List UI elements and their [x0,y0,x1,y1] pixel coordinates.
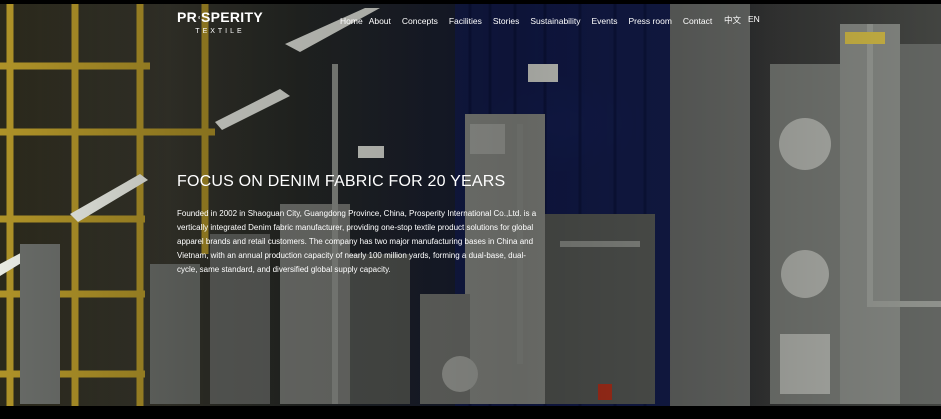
hero-banner: FOCUS ON DENIM FABRIC FOR 20 YEARS Found… [0,4,941,406]
nav-item-events[interactable]: Events [591,16,617,26]
language-english-link[interactable]: EN [748,14,760,26]
brand-logo[interactable]: PR SPERITY TEXTILE [177,8,263,36]
nav-item-sustainability[interactable]: Sustainability [530,16,580,26]
language-chinese-link[interactable]: 中文 [724,14,741,26]
bottom-edge [0,406,941,419]
nav-item-press-room[interactable]: Press room [628,16,671,26]
brand-name-start: PR [177,9,198,25]
hero-description: Founded in 2002 in Shaoguan City, Guangd… [177,209,537,274]
brand-subline: TEXTILE [195,28,245,35]
nav-item-contact[interactable]: Contact [683,16,712,26]
brand-name-end: SPERITY [200,9,263,25]
main-navigation: Home About Concepts Facilities Stories S… [340,14,712,28]
nav-item-concepts[interactable]: Concepts [402,16,438,26]
nav-item-stories[interactable]: Stories [493,16,519,26]
hero-headline: FOCUS ON DENIM FABRIC FOR 20 YEARS [177,173,506,190]
nav-item-home[interactable]: Home [340,16,363,26]
nav-item-about[interactable]: About [369,16,391,26]
hero-overlay [0,4,941,406]
brand-wordmark: PR SPERITY [177,8,263,26]
language-switcher: 中文 EN [724,14,760,26]
nav-item-facilities[interactable]: Facilities [449,16,482,26]
